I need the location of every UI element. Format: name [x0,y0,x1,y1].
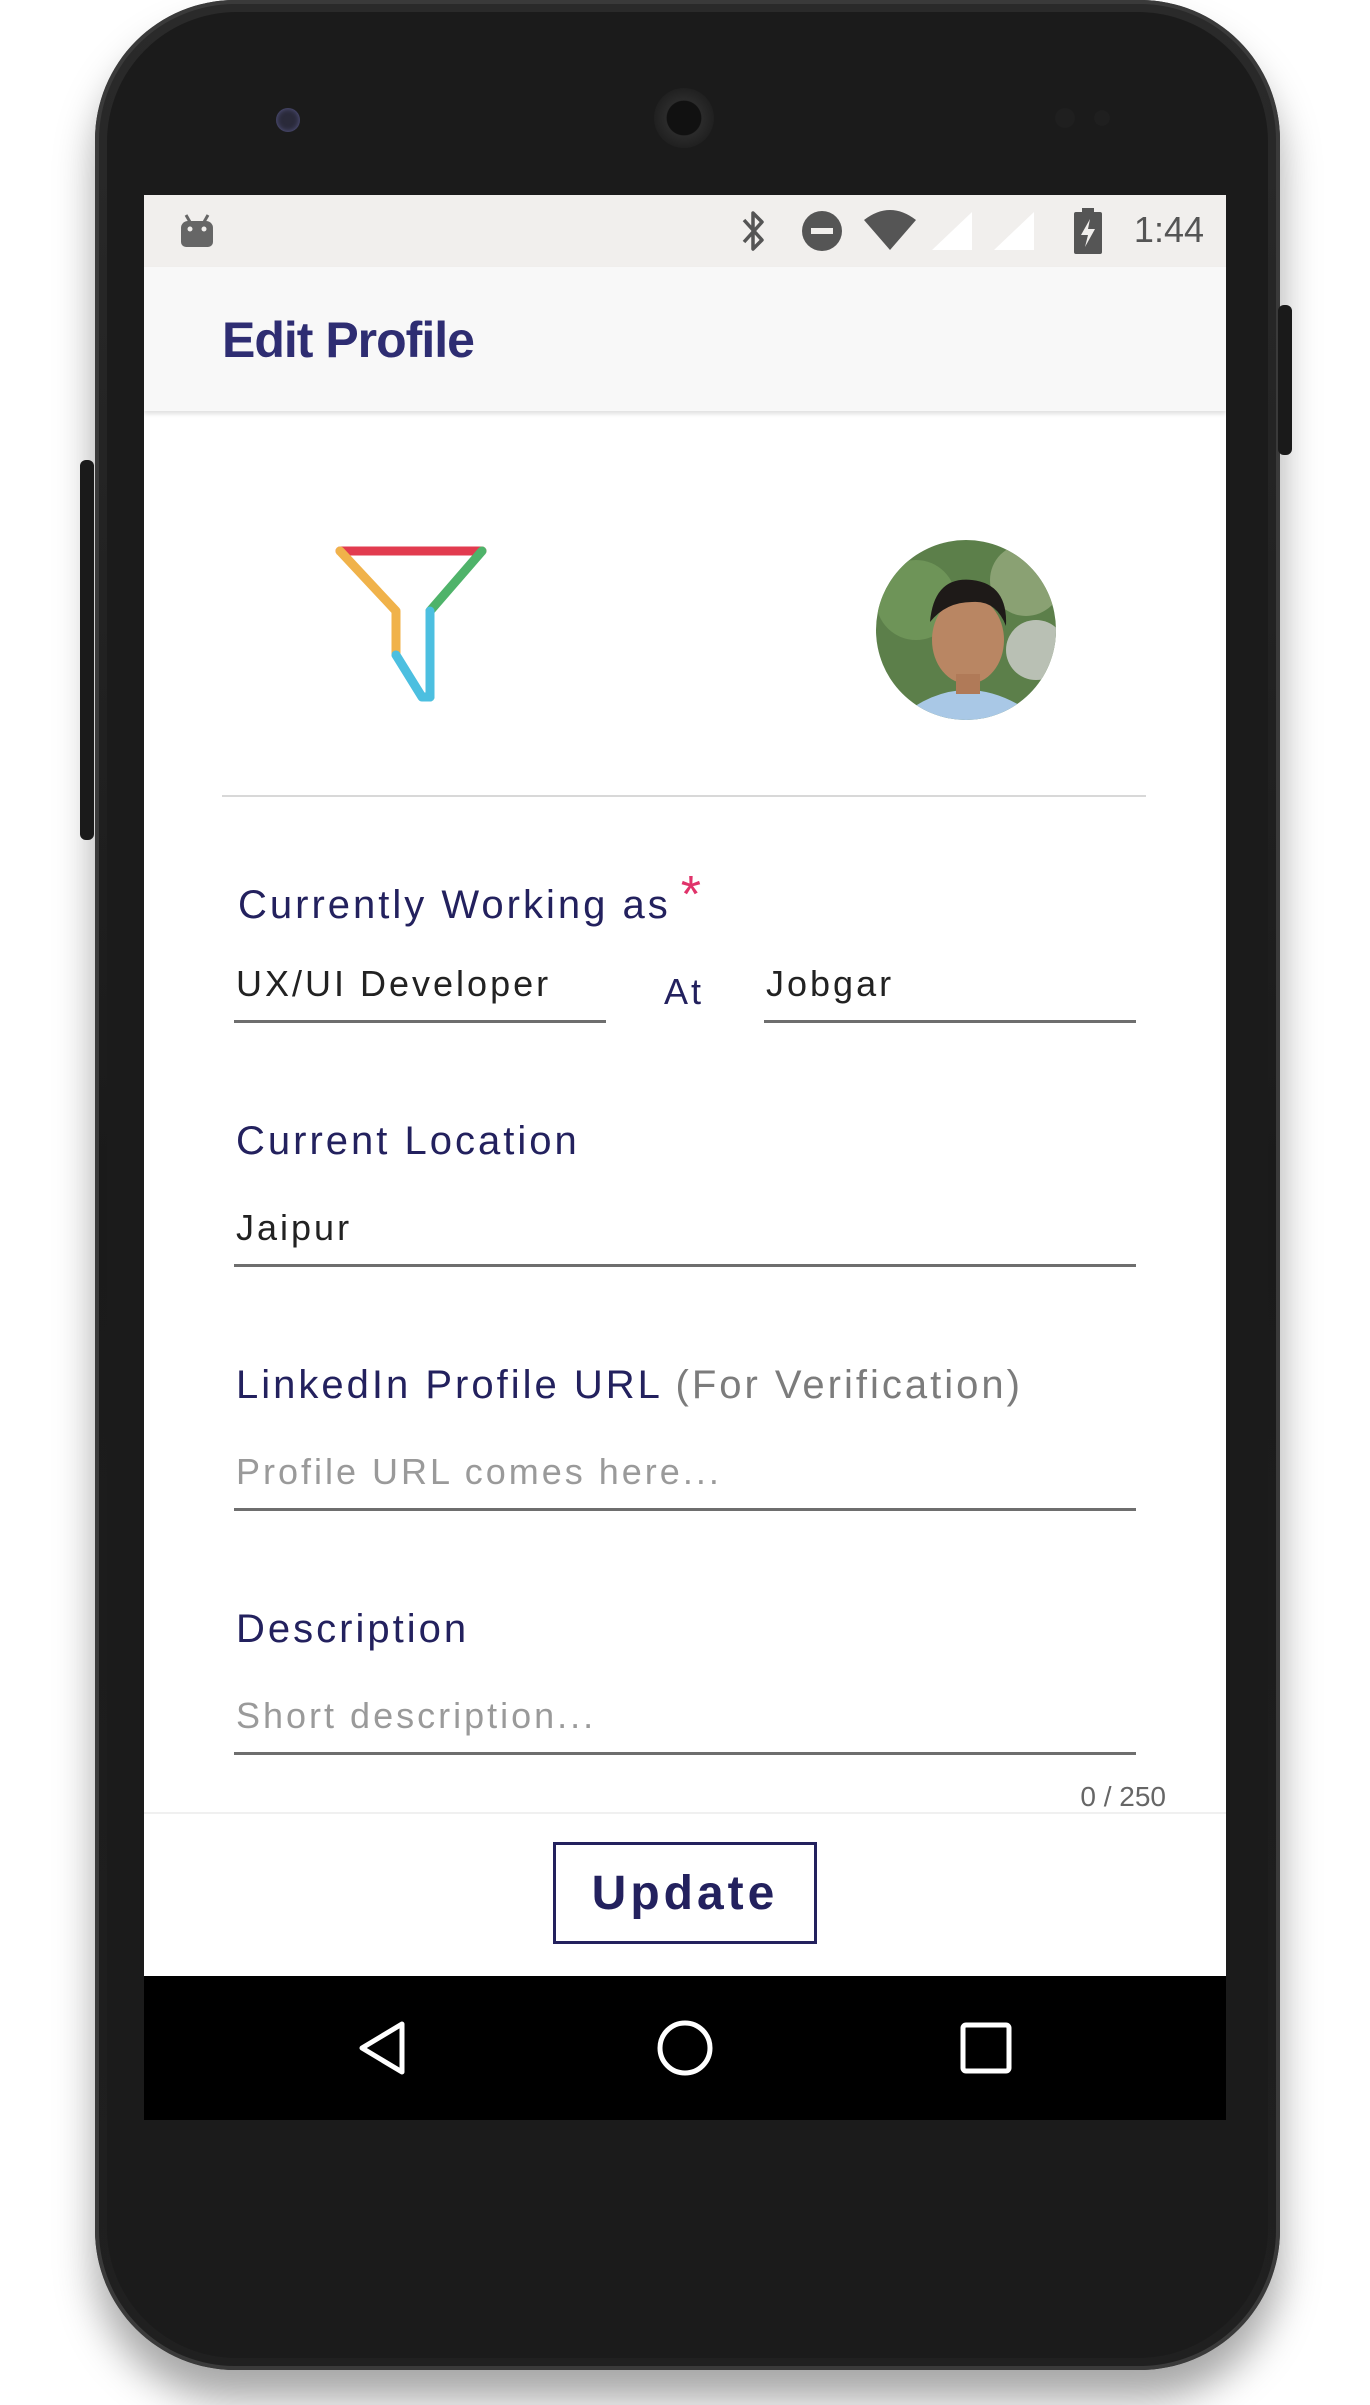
volume-button [80,460,94,840]
linkedin-label-hint: (For Verification) [675,1363,1023,1407]
linkedin-url-placeholder: Profile URL comes here... [236,1451,722,1492]
description-placeholder: Short description... [236,1695,597,1736]
signal-icon [992,212,1036,250]
signal-icon [930,212,974,250]
recents-icon[interactable] [954,2016,1018,2080]
light-sensor [1094,110,1110,126]
navigation-bar [144,1976,1226,2120]
update-button[interactable]: Update [553,1842,817,1944]
description-label: Description [236,1607,470,1651]
location-label: Current Location [236,1119,580,1163]
at-label: At [664,971,705,1012]
linkedin-label: LinkedIn Profile URL (For Verification) [236,1363,1023,1408]
app-bar: Edit Profile [144,267,1226,411]
funnel-logo-icon [334,545,494,710]
home-icon[interactable] [653,2016,717,2080]
company-value: Jobgar [766,963,895,1004]
linkedin-label-text: LinkedIn Profile URL [236,1363,662,1407]
role-value: UX/UI Developer [236,963,552,1004]
location-value: Jaipur [236,1207,353,1248]
earpiece-speaker [654,88,714,148]
company-input[interactable]: Jobgar [764,963,1136,1023]
clock: 1:44 [1133,209,1204,250]
required-mark: * [680,866,704,924]
proximity-sensor [1055,108,1075,128]
do-not-disturb-icon [800,211,844,251]
character-counter: 0 / 250 [1080,1781,1166,1812]
role-input[interactable]: UX/UI Developer [234,963,606,1023]
bluetooth-icon [740,211,768,251]
working-as-label-text: Currently Working as [238,883,671,927]
profile-divider [222,795,1146,797]
app-screen: 1:44 Edit Profile Currently Working as* [144,195,1226,2120]
avatar[interactable] [876,540,1056,720]
working-as-label: Currently Working as * [238,866,704,931]
wifi-icon [862,210,918,250]
page-title: Edit Profile [222,312,475,368]
power-button [1278,305,1292,455]
description-input[interactable]: Short description... [234,1695,1136,1755]
battery-charging-icon [1072,208,1104,254]
location-input[interactable]: Jaipur [234,1207,1136,1267]
back-icon[interactable] [350,2016,414,2080]
front-camera [276,108,300,132]
android-debug-icon [178,213,216,249]
linkedin-url-input[interactable]: Profile URL comes here... [234,1451,1136,1511]
status-bar: 1:44 [144,195,1226,267]
